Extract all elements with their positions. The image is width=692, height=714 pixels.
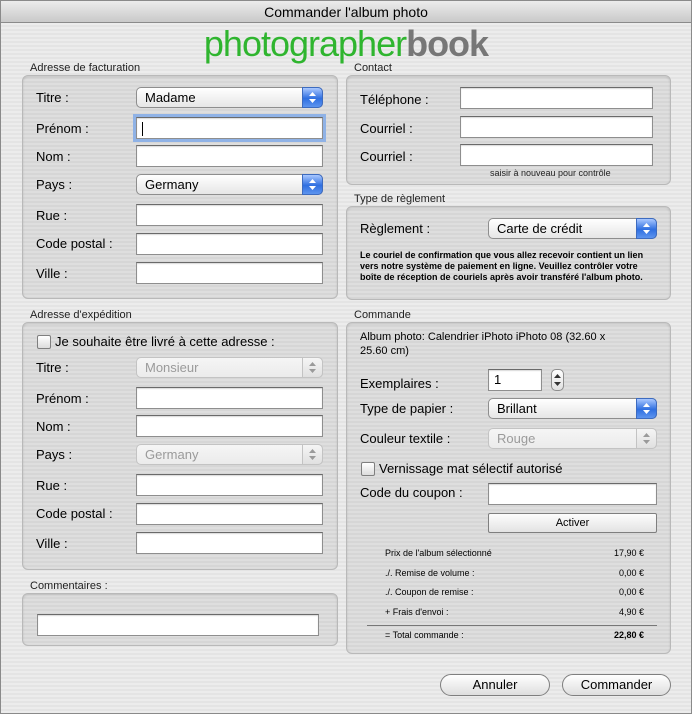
copies-stepper[interactable] xyxy=(551,369,564,391)
copies-input[interactable]: 1 xyxy=(488,369,542,391)
paper-type-value: Brillant xyxy=(497,401,537,416)
ship-to-address-label: Je souhaite être livré à cette adresse : xyxy=(55,334,275,349)
billing-lastname-input[interactable] xyxy=(136,145,323,167)
payment-label: Règlement : xyxy=(360,221,431,236)
varnish-label: Vernissage mat sélectif autorisé xyxy=(379,461,563,476)
textile-color-select[interactable]: Rouge xyxy=(488,428,657,449)
order-section-title: Commande xyxy=(354,309,411,321)
billing-city-input[interactable] xyxy=(136,262,323,284)
shipping-street-label: Rue : xyxy=(36,478,68,493)
billing-street-label: Rue : xyxy=(36,208,68,223)
ship-to-address-checkbox[interactable] xyxy=(37,335,51,349)
payment-select[interactable]: Carte de crédit xyxy=(488,218,657,239)
textile-color-value: Rouge xyxy=(497,431,536,446)
shipping-title-label: Titre : xyxy=(36,360,69,375)
billing-firstname-input[interactable] xyxy=(133,114,326,142)
shipping-country-label: Pays : xyxy=(36,447,73,462)
summary-label: Prix de l'album sélectionné xyxy=(385,548,492,558)
summary-value: 0,00 € xyxy=(618,568,644,578)
order-dialog-window: Commander l'album photo photographerbook… xyxy=(0,0,692,714)
billing-title-select[interactable]: Madame xyxy=(136,87,323,108)
summary-value: 4,90 € xyxy=(618,607,644,617)
stepper-arrows-icon xyxy=(554,374,561,386)
summary-value: 17,90 € xyxy=(613,548,644,558)
billing-city-label: Ville : xyxy=(36,266,68,281)
shipping-city-label: Ville : xyxy=(36,536,68,551)
shipping-firstname-label: Prénom : xyxy=(36,391,89,406)
popup-arrows-icon xyxy=(302,87,323,108)
payment-value: Carte de crédit xyxy=(497,221,583,236)
shipping-lastname-label: Nom : xyxy=(36,419,71,434)
shipping-country-value: Germany xyxy=(145,447,199,462)
summary-value: 0,00 € xyxy=(618,587,644,597)
popup-arrows-icon xyxy=(302,174,323,195)
phone-label: Téléphone : xyxy=(360,92,429,107)
shipping-street-input[interactable] xyxy=(136,474,323,496)
shipping-city-input[interactable] xyxy=(136,532,323,554)
shipping-title-value: Monsieur xyxy=(145,360,199,375)
shipping-lastname-input[interactable] xyxy=(136,415,323,437)
billing-country-label: Pays : xyxy=(36,177,73,192)
shipping-postcode-label: Code postal : xyxy=(36,506,113,521)
popup-arrows-icon xyxy=(302,444,323,465)
album-description-line1: Album photo: Calendrier iPhoto iPhoto 08… xyxy=(360,331,606,343)
popup-arrows-icon xyxy=(636,428,657,449)
activate-coupon-button[interactable]: Activer xyxy=(488,513,657,533)
email-input[interactable] xyxy=(460,116,653,138)
logo-part1: photographer xyxy=(203,23,407,64)
popup-arrows-icon xyxy=(302,357,323,378)
paper-type-select[interactable]: Brillant xyxy=(488,398,657,419)
total-value: 22,80 € xyxy=(613,630,644,640)
shipping-postcode-input[interactable] xyxy=(136,503,323,525)
text-caret xyxy=(142,121,143,136)
shipping-firstname-input[interactable] xyxy=(136,387,323,409)
cancel-button[interactable]: Annuler xyxy=(440,674,550,696)
coupon-label: Code du coupon : xyxy=(360,485,463,500)
billing-postcode-input[interactable] xyxy=(136,233,323,255)
email-confirm-hint: saisir à nouveau pour contrôle xyxy=(490,168,611,178)
billing-country-select[interactable]: Germany xyxy=(136,174,323,195)
comments-input[interactable] xyxy=(37,614,319,636)
payment-note: Le couriel de confirmation que vous alle… xyxy=(360,250,644,282)
photographerbook-logo: photographerbook xyxy=(1,23,691,65)
billing-firstname-label: Prénom : xyxy=(36,121,89,136)
coupon-input[interactable] xyxy=(488,483,657,505)
copies-value: 1 xyxy=(494,372,502,387)
logo-part2: book xyxy=(406,23,489,64)
summary-label: ./. Remise de volume : xyxy=(385,568,475,578)
popup-arrows-icon xyxy=(636,398,657,419)
comments-section-title: Commentaires : xyxy=(30,580,108,592)
billing-title-label: Titre : xyxy=(36,90,69,105)
billing-lastname-label: Nom : xyxy=(36,149,71,164)
shipping-section-title: Adresse d'expédition xyxy=(30,309,132,321)
popup-arrows-icon xyxy=(636,218,657,239)
textile-color-label: Couleur textile : xyxy=(360,431,451,446)
billing-street-input[interactable] xyxy=(136,204,323,226)
window-title: Commander l'album photo xyxy=(1,1,691,23)
summary-label: ./. Coupon de remise : xyxy=(385,587,474,597)
shipping-country-select[interactable]: Germany xyxy=(136,444,323,465)
billing-postcode-label: Code postal : xyxy=(36,236,113,251)
billing-title-value: Madame xyxy=(145,90,196,105)
order-button[interactable]: Commander xyxy=(562,674,671,696)
album-description-line2: 25.60 cm) xyxy=(360,345,409,357)
billing-section-title: Adresse de facturation xyxy=(30,62,141,74)
summary-divider xyxy=(367,625,657,626)
shipping-title-select[interactable]: Monsieur xyxy=(136,357,323,378)
varnish-checkbox[interactable] xyxy=(361,462,375,476)
copies-label: Exemplaires : xyxy=(360,376,439,391)
billing-country-value: Germany xyxy=(145,177,199,192)
summary-label: + Frais d'envoi : xyxy=(385,607,449,617)
email-confirm-input[interactable] xyxy=(460,144,653,166)
contact-section-title: Contact xyxy=(354,62,392,74)
phone-input[interactable] xyxy=(460,87,653,109)
email-label: Courriel : xyxy=(360,121,413,136)
email-confirm-label: Courriel : xyxy=(360,149,413,164)
total-label: = Total commande : xyxy=(385,630,464,640)
paper-type-label: Type de papier : xyxy=(360,401,454,416)
payment-section-title: Type de règlement xyxy=(354,193,446,205)
